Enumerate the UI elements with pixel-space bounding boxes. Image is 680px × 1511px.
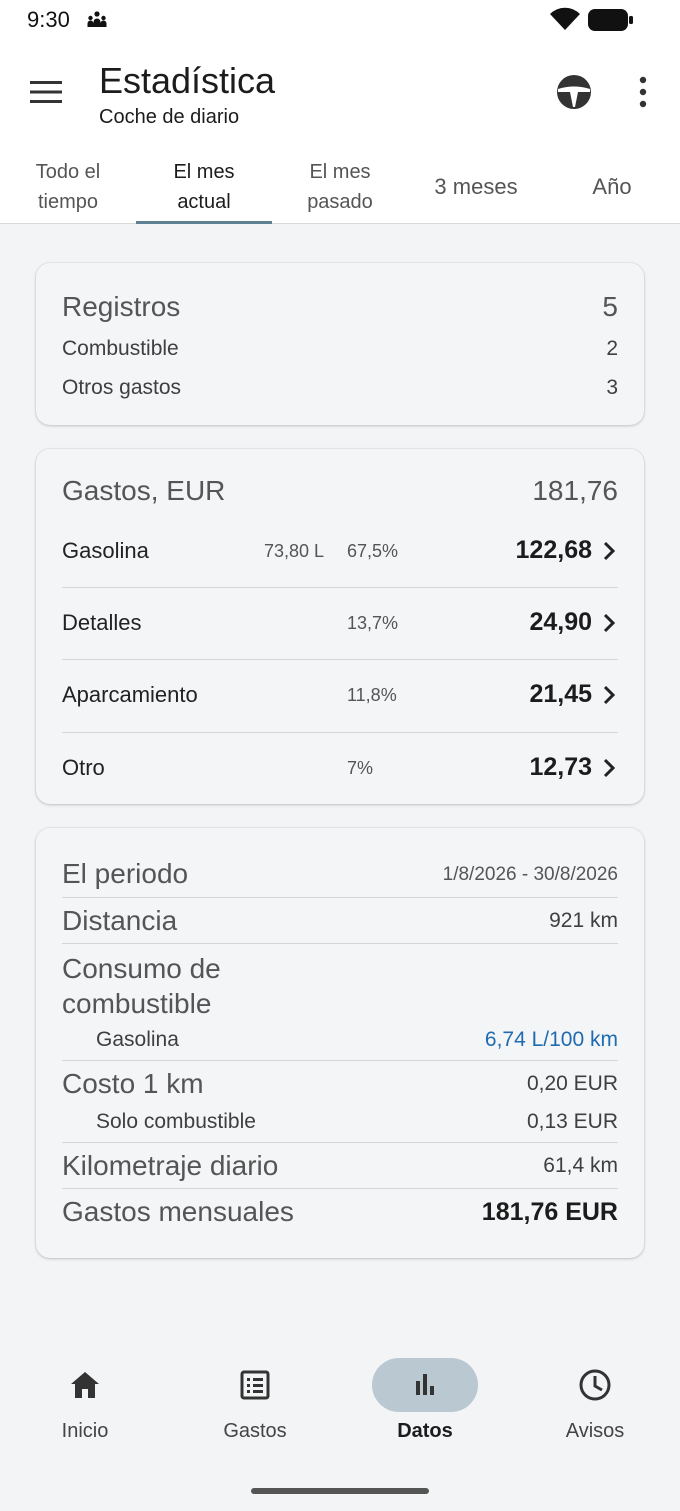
expense-row-detalles[interactable]: Detalles 13,7% 24,90 [62,588,618,660]
expense-row-otro[interactable]: Otro 7% 12,73 [62,733,618,805]
expense-name: Aparcamiento [62,682,198,707]
status-time: 9:30 [27,7,70,32]
tab-3-months[interactable]: 3 meses [408,150,544,224]
fuel-only-label: Solo combustible [96,1110,256,1133]
expenses-total: 181,76 [532,475,618,506]
bar-chart-icon [416,1374,434,1395]
expense-percent: 13,7% [347,613,399,633]
more-options-button[interactable] [628,72,658,112]
tab-year[interactable]: Año [544,150,680,224]
consumption-label: Consumo de combustible [62,953,221,1019]
expenses-card: Gastos, EUR 181,76 Gasolina 73,80 L 67,5… [36,449,644,804]
expense-amount: 21,45 [529,680,592,708]
expense-name: Detalles [62,610,142,635]
nav-label: Datos [397,1420,453,1442]
distance-value: 921 km [549,909,618,932]
clock-icon [579,1369,611,1401]
divider [62,943,618,944]
bottom-navigation: Inicio Gastos Datos Avisos [0,1340,680,1511]
consumption-fuel-value: 6,74 L/100 km [484,1028,618,1051]
expense-name: Gasolina [62,538,149,563]
divider [62,1060,618,1061]
chevron-right-icon [603,758,616,778]
list-icon [240,1370,270,1400]
nav-datos[interactable]: Datos [340,1358,510,1468]
people-icon [86,10,108,33]
app-header: 9:30 Estadística Coche de diario Todo el… [0,0,680,224]
records-card: Registros 5 Combustible 2 Otros gastos 3 [36,263,644,425]
vehicle-button[interactable] [554,72,594,112]
records-total: 5 [602,291,618,322]
cost-per-km-value: 0,20 EUR [526,1072,618,1095]
tab-last-month[interactable]: El mes pasado [272,150,408,224]
status-bar: 9:30 [0,0,680,40]
consumption-fuel-label: Gasolina [96,1028,179,1051]
monthly-expenses-label: Gastos mensuales [62,1196,294,1227]
nav-avisos[interactable]: Avisos [510,1358,680,1468]
records-fuel-label: Combustible [62,337,179,360]
monthly-expenses-value: 181,76 EUR [481,1198,618,1226]
expense-liters: 73,80 L [264,541,325,561]
divider [62,897,618,898]
chevron-right-icon [603,685,616,705]
daily-mileage-value: 61,4 km [543,1154,618,1177]
wifi-icon [549,6,581,37]
chevron-right-icon [603,541,616,561]
hamburger-icon [30,81,62,103]
records-other-value: 3 [606,376,618,399]
expense-amount: 122,68 [515,536,592,564]
divider [62,1188,618,1189]
nav-label: Avisos [565,1420,625,1442]
expense-percent: 11,8% [347,685,397,705]
expense-percent: 7% [347,758,374,778]
expense-percent: 67,5% [347,541,399,561]
more-vertical-icon [639,76,647,108]
cost-per-km-label: Costo 1 km [62,1068,204,1099]
nav-inicio[interactable]: Inicio [0,1358,170,1468]
records-title: Registros [62,291,181,322]
expense-amount: 12,73 [529,753,592,781]
expenses-title: Gastos, EUR [62,475,226,506]
battery-icon [588,8,634,37]
period-range: 1/8/2026 - 30/8/2026 [442,864,618,885]
tab-current-month[interactable]: El mes actual [136,150,272,224]
nav-label: Gastos [223,1420,287,1442]
distance-label: Distancia [62,905,178,936]
expense-row-gasolina[interactable]: Gasolina 73,80 L 67,5% 122,68 [62,516,618,588]
nav-gastos[interactable]: Gastos [170,1358,340,1468]
records-other-label: Otros gastos [62,376,182,399]
period-title: El periodo [62,858,189,889]
expense-row-aparcamiento[interactable]: Aparcamiento 11,8% 21,45 [62,660,618,732]
chevron-right-icon [603,613,616,633]
period-tabs: Todo el tiempo El mes actual El mes pasa… [0,150,680,224]
gesture-home-bar[interactable] [251,1488,429,1494]
expense-amount: 24,90 [529,608,592,636]
home-icon [71,1372,99,1398]
records-fuel-value: 2 [606,337,618,360]
expense-name: Otro [62,755,105,780]
tab-all-time[interactable]: Todo el tiempo [0,150,136,224]
fuel-only-value: 0,13 EUR [526,1110,618,1133]
menu-button[interactable] [22,72,70,112]
page-title: Estadística [99,60,276,101]
vehicle-name[interactable]: Coche de diario [99,106,239,129]
divider [62,1142,618,1143]
steering-wheel-icon [557,75,591,109]
period-card: El periodo 1/8/2026 - 30/8/2026 Distanci… [36,828,644,1258]
nav-label: Inicio [61,1420,109,1442]
daily-mileage-label: Kilometraje diario [62,1150,279,1181]
